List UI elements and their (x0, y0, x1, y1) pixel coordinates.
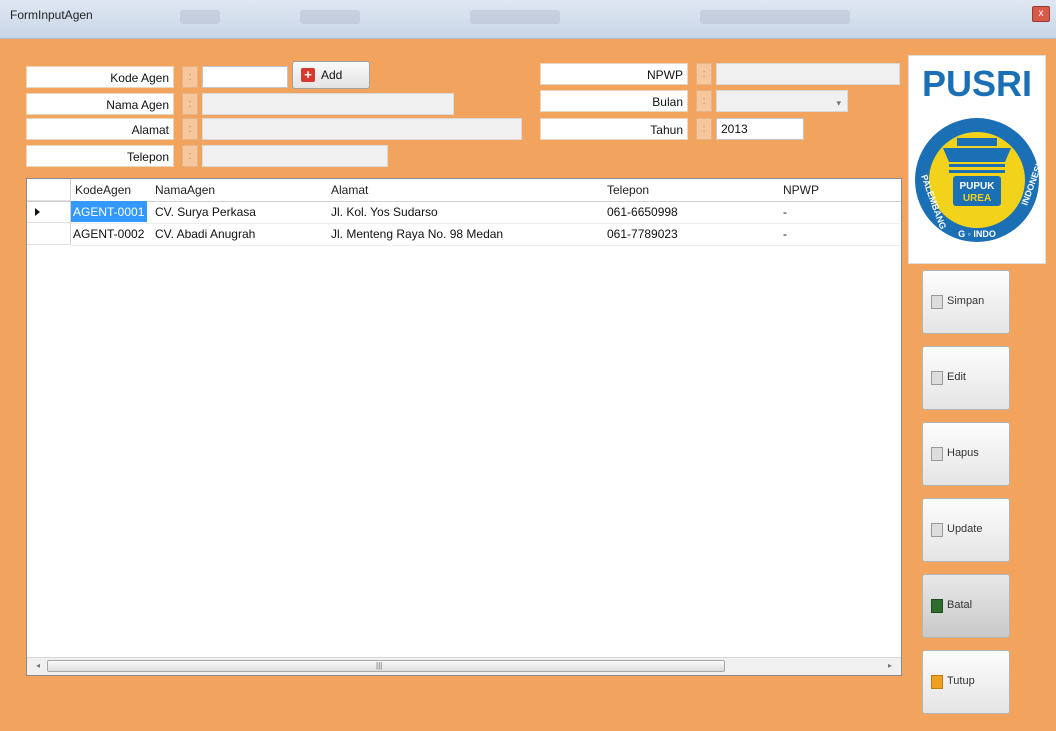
tahun-input[interactable]: 2013 (716, 118, 804, 140)
row-header[interactable] (27, 201, 71, 223)
simpan-button[interactable]: Simpan (922, 270, 1010, 334)
scrollbar-thumb[interactable]: ||| (47, 660, 725, 672)
pusri-logo: PUSRI PUPUK UREA PALEMBANG INDONESIA G ◦… (908, 55, 1046, 264)
edit-button[interactable]: Edit (922, 346, 1010, 410)
row-header[interactable] (27, 223, 71, 245)
column-header-npwp[interactable]: NPWP (783, 183, 819, 197)
colon-separator: : (182, 93, 198, 115)
simpan-button-label: Simpan (947, 295, 985, 307)
current-row-arrow-icon (35, 208, 40, 216)
alamat-label: Alamat (26, 118, 174, 140)
cell-namaagen[interactable]: CV. Abadi Anugrah (155, 227, 255, 241)
logo-brand-text: PUSRI (922, 63, 1032, 104)
telepon-input[interactable] (202, 145, 388, 167)
update-button-label: Update (947, 523, 983, 535)
scroll-right-arrow-icon[interactable]: ▸ (883, 660, 897, 672)
alamat-input[interactable] (202, 118, 522, 140)
cell-alamat[interactable]: Jl. Kol. Yos Sudarso (331, 205, 438, 219)
cell-namaagen[interactable]: CV. Surya Perkasa (155, 205, 256, 219)
hapus-button[interactable]: Hapus (922, 422, 1010, 486)
batal-button[interactable]: Batal (922, 574, 1010, 638)
colon-separator: : (696, 118, 712, 140)
hapus-button-label: Hapus (947, 447, 979, 459)
cell-alamat[interactable]: Jl. Menteng Raya No. 98 Medan (331, 227, 503, 241)
ring-bottom-text: G ◦ INDO (958, 229, 996, 239)
npwp-label: NPWP (540, 63, 688, 85)
cell-telepon[interactable]: 061-6650998 (607, 205, 678, 219)
cell-kodeagen[interactable]: AGENT-0002 (73, 227, 144, 241)
kode-agen-input[interactable] (202, 66, 288, 88)
colon-separator: : (696, 63, 712, 85)
taskbar-blur (300, 10, 360, 24)
colon-separator: : (696, 90, 712, 112)
save-icon (931, 295, 943, 309)
update-button[interactable]: Update (922, 498, 1010, 562)
scroll-grip: ||| (376, 661, 383, 670)
edit-button-label: Edit (947, 371, 966, 383)
taskbar-blur (700, 10, 850, 24)
tutup-button-label: Tutup (947, 675, 975, 687)
column-header-kodeagen[interactable]: KodeAgen (75, 183, 131, 197)
update-icon (931, 523, 943, 537)
pusri-emblem-icon: PUSRI PUPUK UREA PALEMBANG INDONESIA G ◦… (915, 63, 1046, 242)
bulan-select[interactable]: ▾ (716, 90, 848, 112)
colon-separator: : (182, 66, 198, 88)
table-row[interactable]: AGENT-0002 CV. Abadi Anugrah Jl. Menteng… (71, 223, 901, 246)
add-button-label: Add (321, 68, 343, 82)
column-header-alamat[interactable]: Alamat (331, 183, 368, 197)
table-row[interactable]: AGENT-0001 CV. Surya Perkasa Jl. Kol. Yo… (71, 201, 901, 224)
batal-button-label: Batal (947, 599, 973, 611)
close-icon[interactable]: x (1032, 6, 1050, 22)
column-header-telepon[interactable]: Telepon (607, 183, 649, 197)
plus-icon: + (301, 68, 315, 82)
cell-npwp[interactable]: - (783, 205, 787, 219)
close-form-icon (931, 675, 943, 689)
nama-agen-label: Nama Agen (26, 93, 174, 115)
title-bar[interactable]: FormInputAgen x (0, 0, 1056, 39)
add-button[interactable]: + Add (292, 61, 370, 89)
edit-icon (931, 371, 943, 385)
agen-data-grid[interactable]: KodeAgen NamaAgen Alamat Telepon NPWP AG… (26, 178, 902, 676)
npwp-input[interactable] (716, 63, 900, 85)
tahun-label: Tahun (540, 118, 688, 140)
grid-header: KodeAgen NamaAgen Alamat Telepon NPWP (27, 179, 901, 202)
cell-npwp[interactable]: - (783, 227, 787, 241)
badge-line2: UREA (963, 193, 991, 204)
horizontal-scrollbar[interactable]: ◂ ||| ▸ (27, 657, 901, 675)
bulan-label: Bulan (540, 90, 688, 112)
form-input-agen-window: FormInputAgen x Kode Agen : + Add Nama A… (0, 0, 1056, 731)
window-title: FormInputAgen (10, 8, 93, 22)
taskbar-blur (470, 10, 560, 24)
taskbar-blur (180, 10, 220, 24)
colon-separator: : (182, 118, 198, 140)
scroll-left-arrow-icon[interactable]: ◂ (31, 660, 45, 672)
kode-agen-label: Kode Agen (26, 66, 174, 88)
column-header-namaagen[interactable]: NamaAgen (155, 183, 215, 197)
header-corner (27, 179, 71, 201)
badge-line1: PUPUK (959, 181, 995, 192)
chevron-down-icon: ▾ (836, 98, 841, 108)
nama-agen-input[interactable] (202, 93, 454, 115)
tutup-button[interactable]: Tutup (922, 650, 1010, 714)
cell-telepon[interactable]: 061-7789023 (607, 227, 678, 241)
cell-kodeagen[interactable]: AGENT-0001 (71, 201, 148, 222)
delete-icon (931, 447, 943, 461)
cancel-icon (931, 599, 943, 613)
colon-separator: : (182, 145, 198, 167)
telepon-label: Telepon (26, 145, 174, 167)
